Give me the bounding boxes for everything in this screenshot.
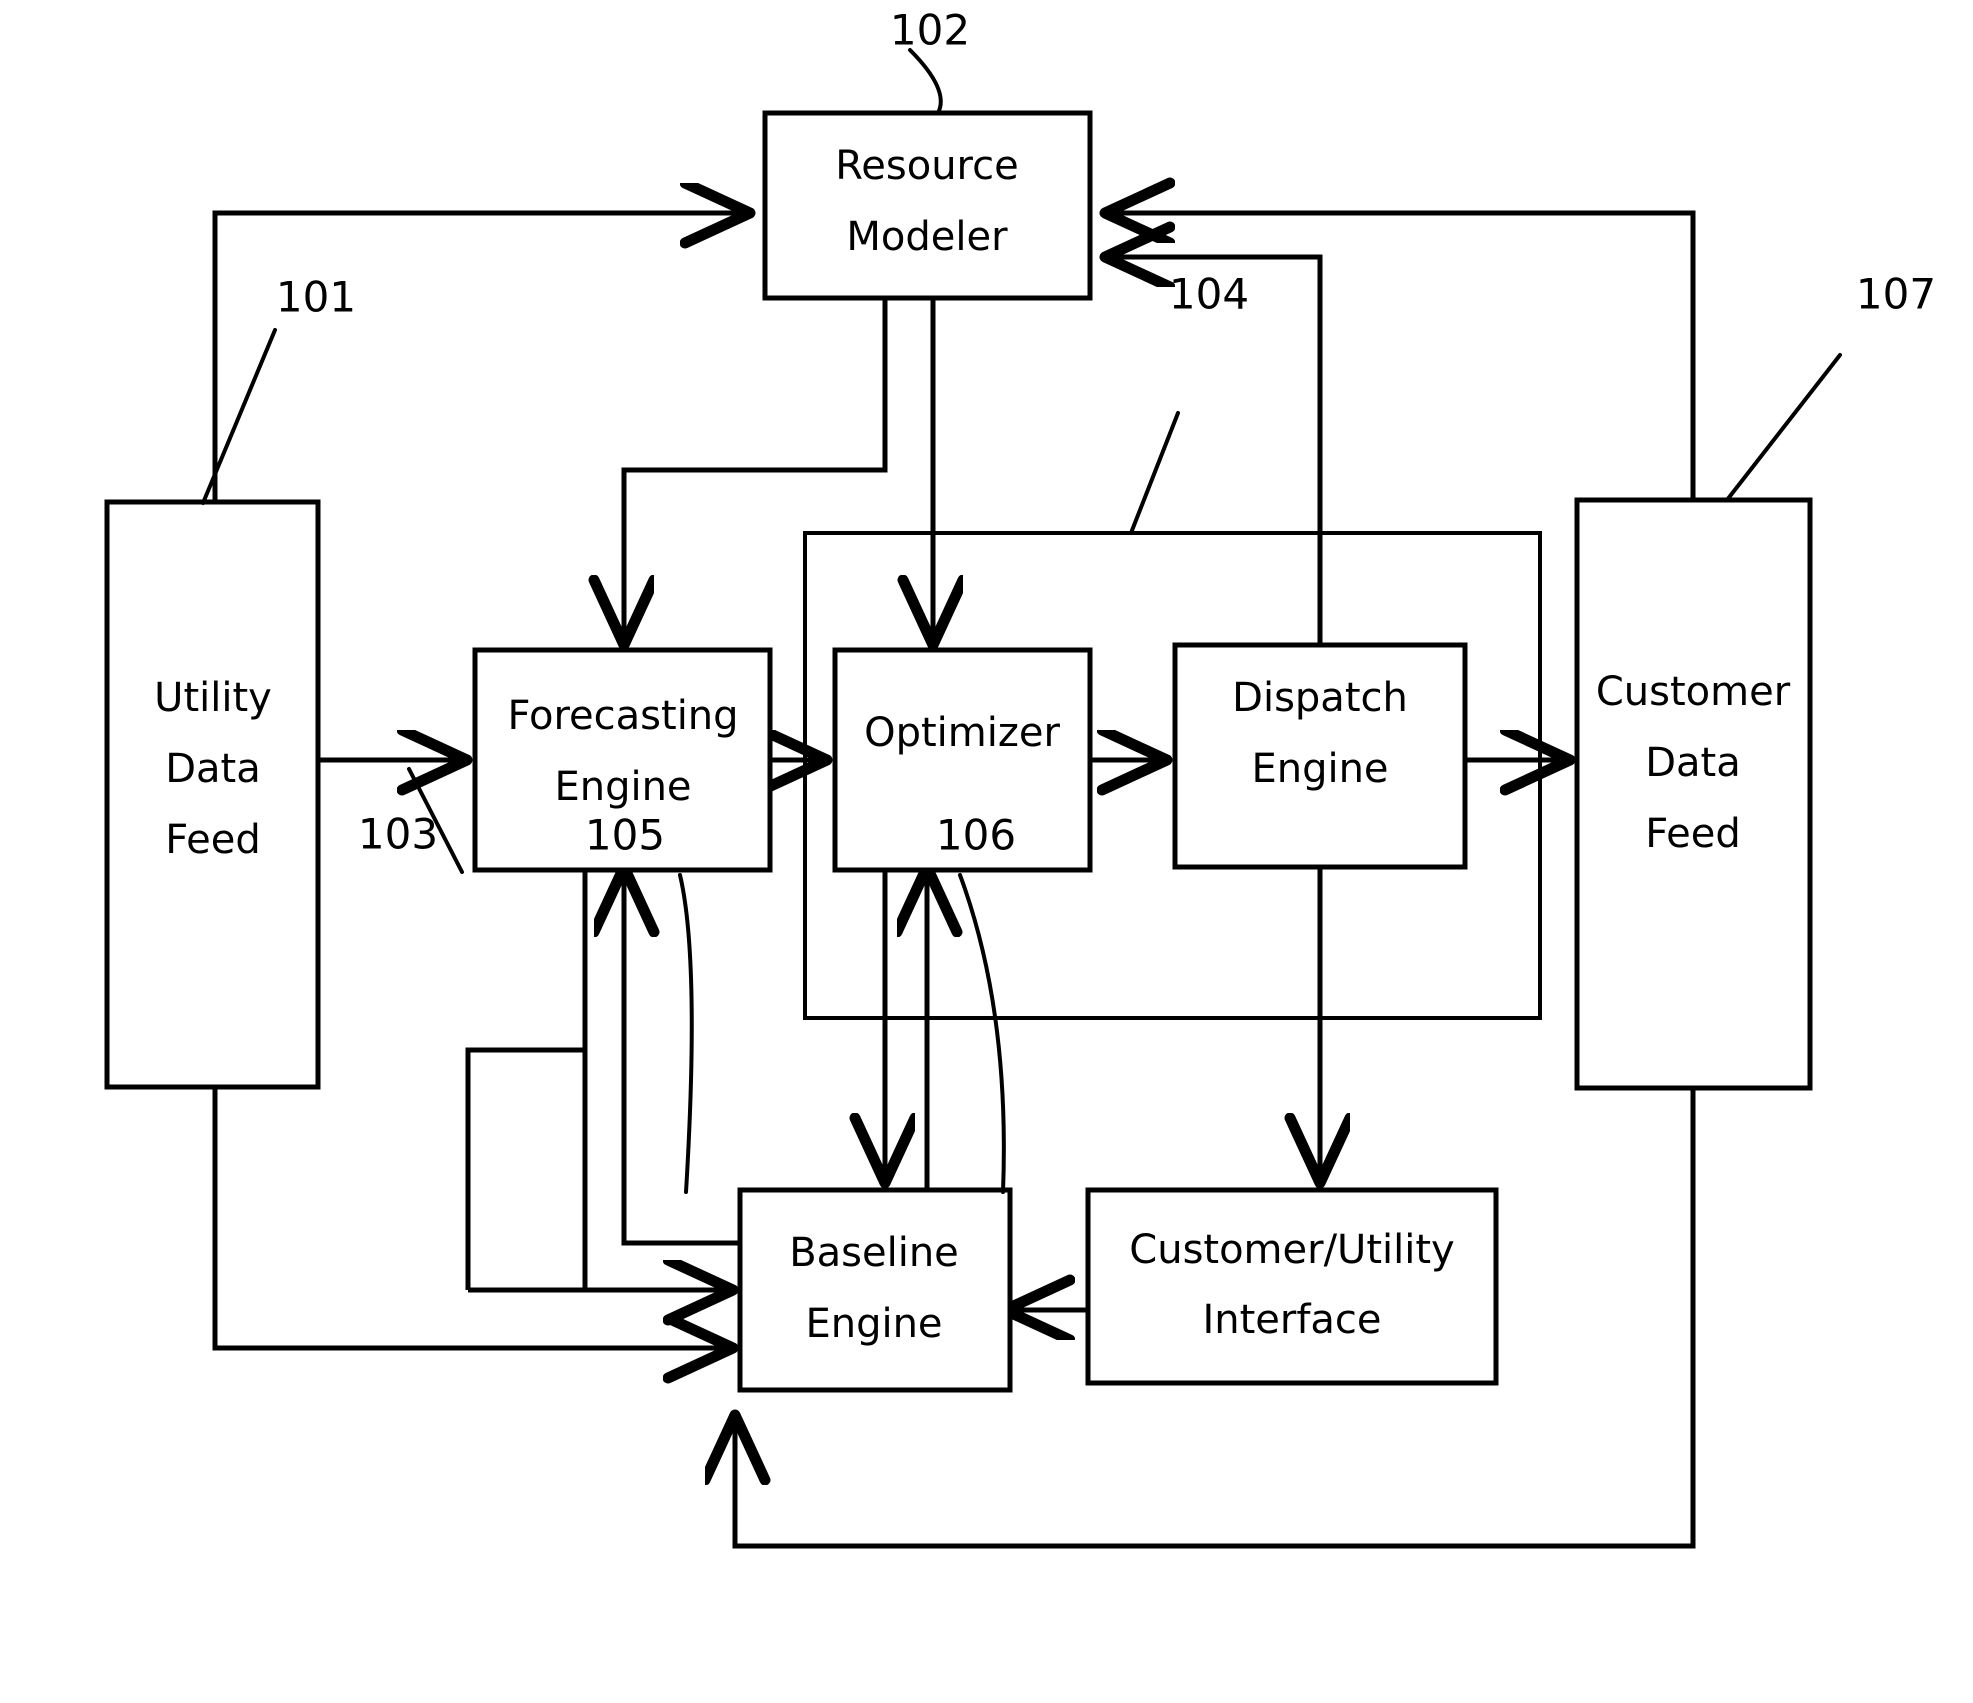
line-resource-modeler-to-forecasting [624,298,888,640]
customer-utility-interface-label-line1: Customer/Utility [1129,1227,1454,1273]
resource-modeler-label-line1: Resource [835,143,1018,189]
leader-line-105 [678,873,694,1194]
ref-numeral-104: 104 [1169,270,1249,319]
baseline-engine-box[interactable] [737,1187,1013,1393]
customer-data-feed-label-line2: Data [1645,740,1741,786]
ref-numeral-101: 101 [276,273,356,322]
ref-numeral-105: 105 [585,811,665,860]
block-customer-utility-interface[interactable]: Customer/Utility Interface [1085,1187,1499,1386]
block-resource-modeler[interactable]: Resource Modeler [762,110,1093,301]
forecasting-engine-label-line1: Forecasting [507,693,738,739]
dispatch-engine-label-line1: Dispatch [1232,675,1408,721]
customer-utility-interface-label-line2: Interface [1202,1297,1381,1343]
ref-101-group: 101 [201,273,356,505]
block-baseline-engine[interactable]: Baseline Engine [737,1187,1013,1393]
utility-data-feed-label-line2: Data [165,746,261,792]
customer-utility-interface-box[interactable] [1085,1187,1499,1386]
ref-104-group: 104 [1129,270,1249,535]
ref-102-group: 102 [890,6,970,115]
utility-data-feed-label-line3: Feed [165,817,260,863]
ref-numeral-107: 107 [1856,270,1936,319]
ref-107-group: 107 [1725,270,1936,502]
ref-numeral-102: 102 [890,6,970,55]
dispatch-engine-label-line2: Engine [1251,746,1388,792]
block-diagram-svg: Resource Modeler Utility Data Feed Forec… [104,6,1936,1549]
block-utility-data-feed[interactable]: Utility Data Feed [104,499,321,1090]
ref-numeral-103: 103 [358,810,438,859]
utility-data-feed-box[interactable] [104,499,321,1090]
leader-line-104 [1129,411,1180,535]
block-dispatch-engine[interactable]: Dispatch Engine [1172,642,1468,870]
utility-data-feed-label-line1: Utility [154,675,272,721]
customer-data-feed-box[interactable] [1574,497,1813,1091]
customer-data-feed-label-line1: Customer [1596,669,1791,715]
line-utility-feed-to-resource-modeler [212,213,745,502]
block-customer-data-feed[interactable]: Customer Data Feed [1574,497,1813,1091]
leader-line-106 [958,873,1006,1194]
line-baseline-to-forecasting [624,872,740,1246]
ref-numeral-106: 106 [936,811,1016,860]
line-forecasting-down-to-baseline-rail [582,872,728,1293]
leader-line-102 [908,48,943,115]
baseline-engine-label-line1: Baseline [789,1230,959,1276]
baseline-engine-label-line2: Engine [805,1301,942,1347]
resource-modeler-box[interactable] [762,110,1093,301]
customer-data-feed-label-line3: Feed [1645,811,1740,857]
line-rail-elbow [465,1047,585,1290]
figure-canvas: Resource Modeler Utility Data Feed Forec… [0,0,1973,1703]
forecasting-engine-label-line2: Engine [554,764,691,810]
optimizer-label-line1: Optimizer [864,710,1060,756]
leader-line-107 [1725,353,1842,502]
line-utility-feed-to-baseline [212,1087,728,1348]
resource-modeler-label-line2: Modeler [846,214,1008,260]
ref-103-group: 103 [358,767,464,874]
